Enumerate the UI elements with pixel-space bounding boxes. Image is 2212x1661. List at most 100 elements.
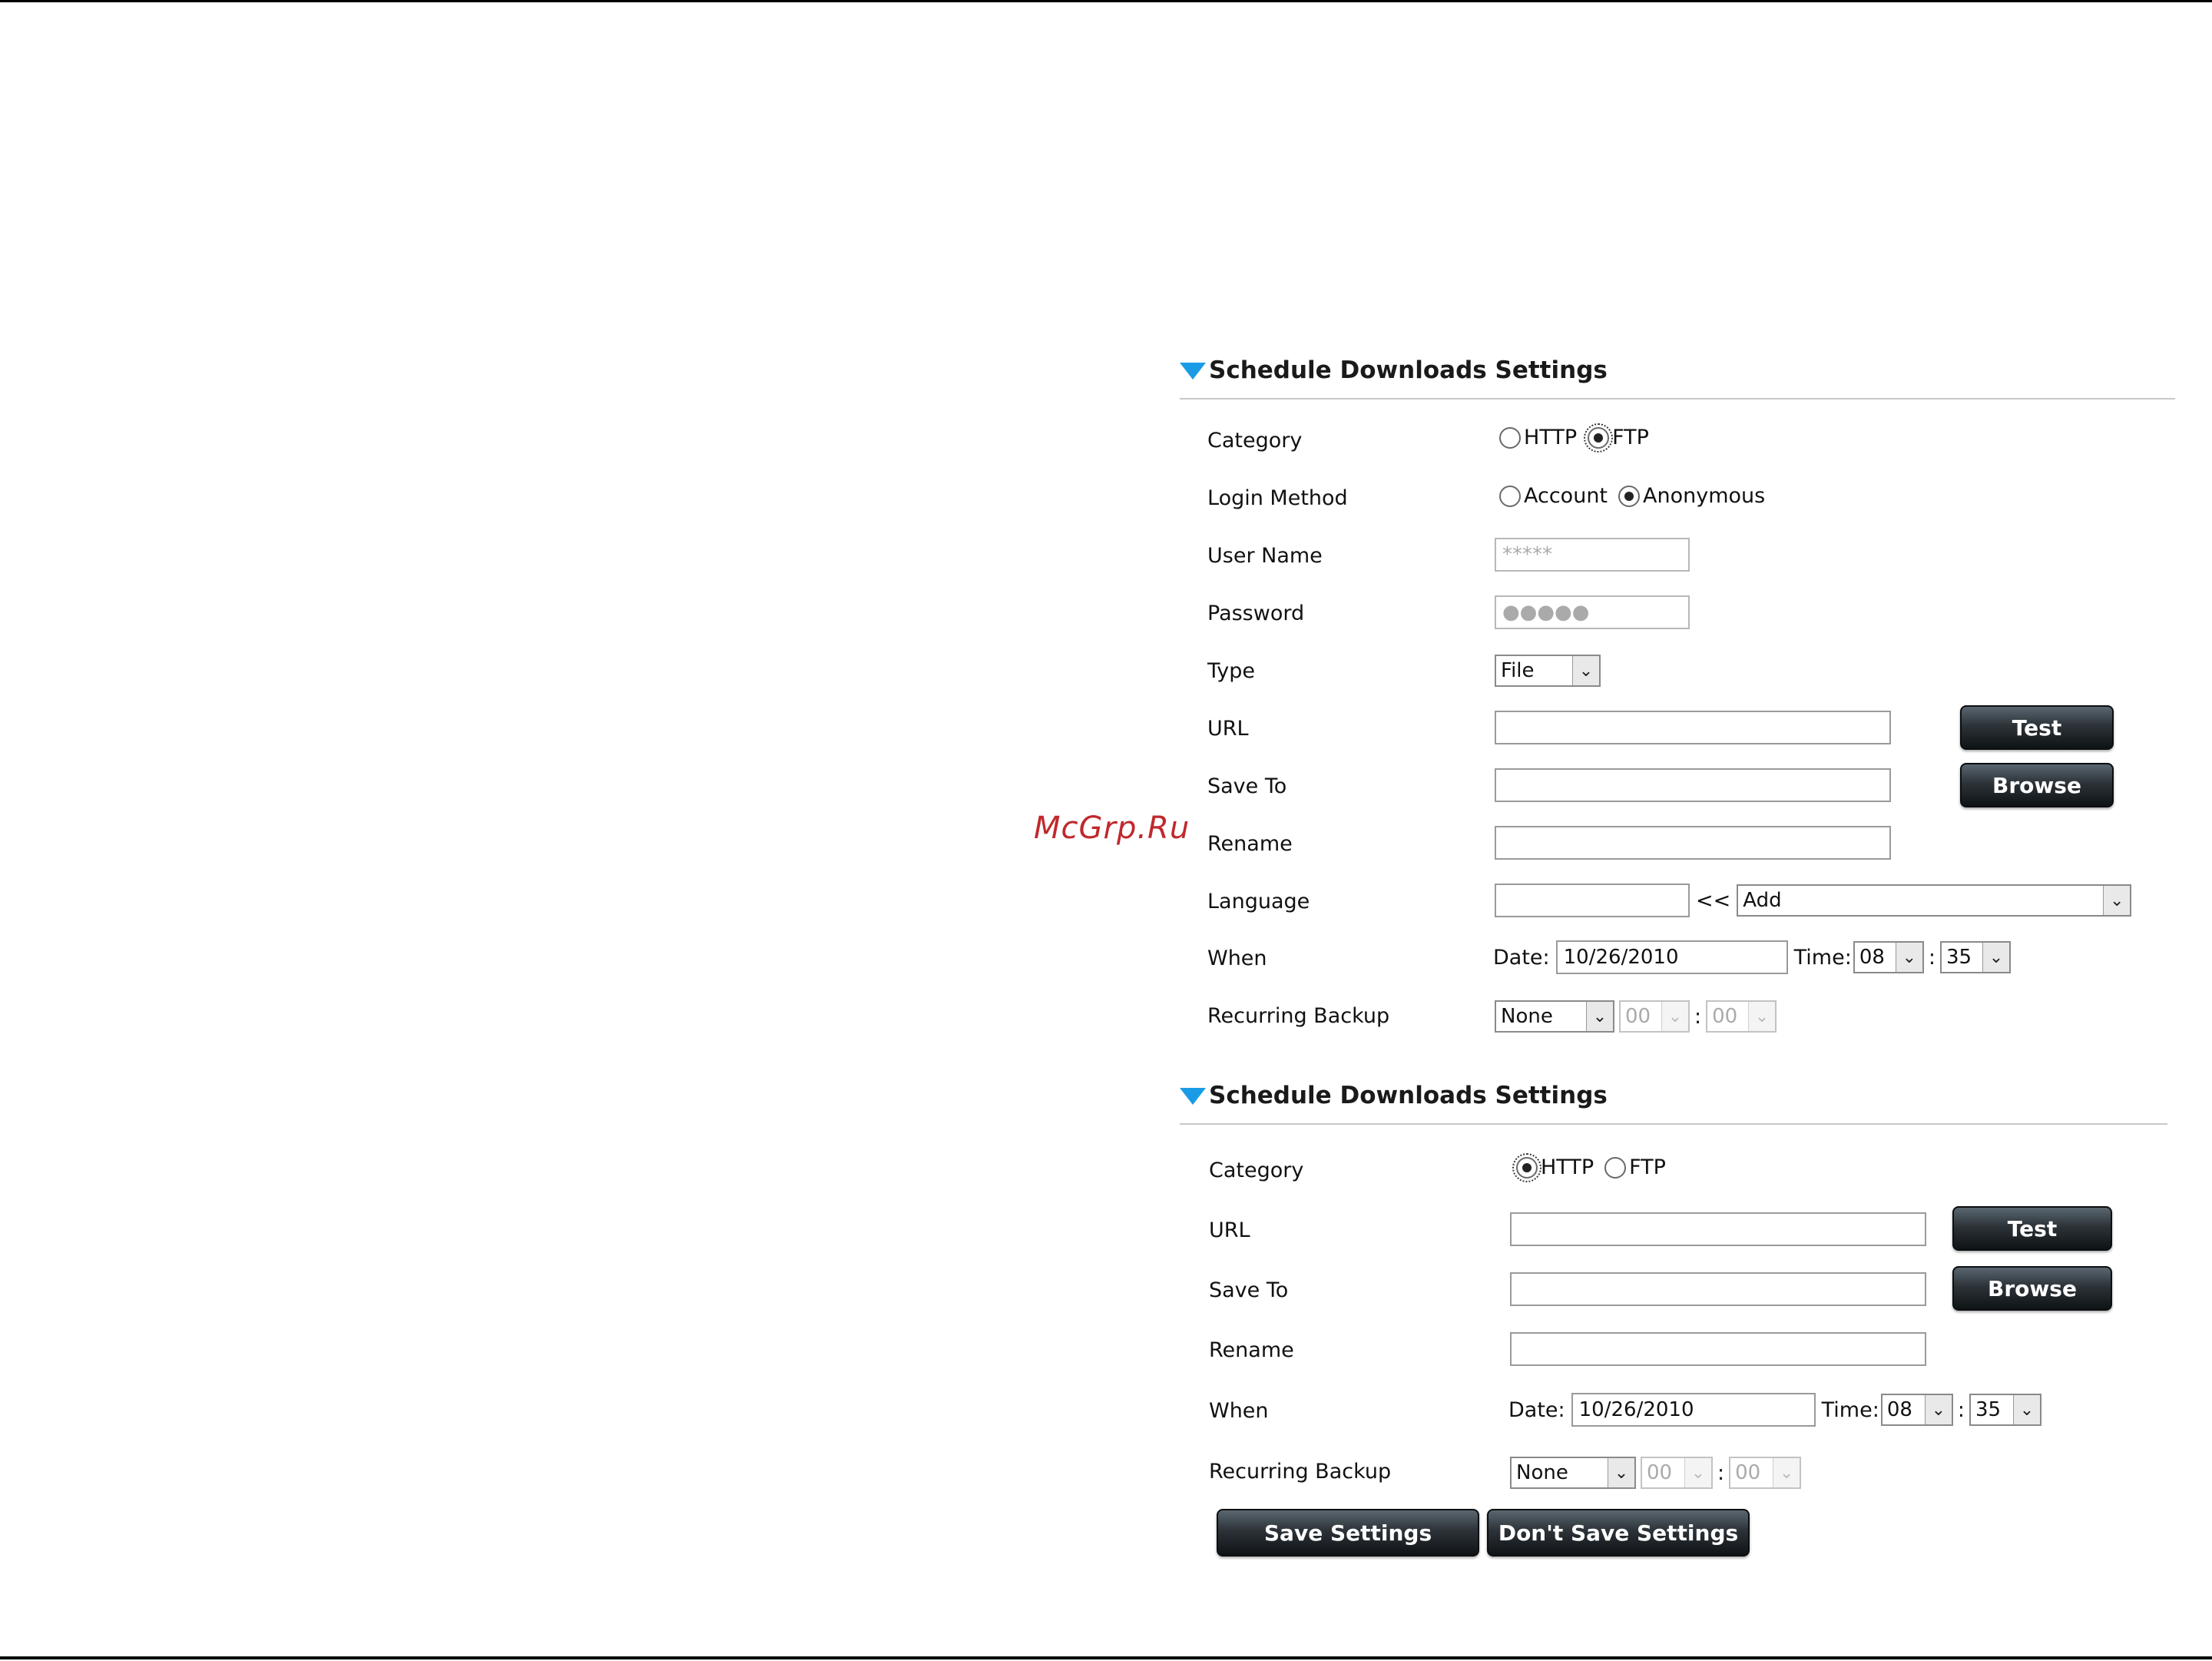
minute-select[interactable]: 35 ⌄ xyxy=(1969,1394,2041,1426)
category-ftp-radio[interactable] xyxy=(1584,423,1614,453)
section-title: Schedule Downloads Settings xyxy=(1209,356,1608,384)
login-anonymous-radio[interactable] xyxy=(1618,485,1641,507)
password-label: Password xyxy=(1207,602,1305,625)
login-anonymous-label: Anonymous xyxy=(1643,484,1766,508)
date-label: Date: xyxy=(1493,945,1550,970)
user-name-label: User Name xyxy=(1207,544,1323,568)
url-input[interactable] xyxy=(1495,711,1891,744)
recurring-value: None xyxy=(1516,1461,1568,1484)
category-http-label: HTTP xyxy=(1541,1155,1594,1179)
hour-select[interactable]: 08 ⌄ xyxy=(1880,1394,1953,1426)
chevron-down-icon: ⌄ xyxy=(2012,1395,2040,1424)
rename-label: Rename xyxy=(1209,1338,1294,1362)
dont-save-settings-button[interactable]: Don't Save Settings xyxy=(1487,1509,1750,1557)
language-add-select[interactable]: Add ⌄ xyxy=(1737,884,2132,917)
recurring-hour-value: 00 xyxy=(1647,1461,1673,1484)
category-radio-group: HTTP FTP xyxy=(1512,1152,1677,1182)
login-account-radio[interactable] xyxy=(1499,485,1521,507)
triangle-down-icon xyxy=(1180,1088,1206,1105)
recurring-minute-select[interactable]: 00 ⌄ xyxy=(1729,1457,1802,1489)
watermark: McGrp.Ru xyxy=(1034,811,1190,846)
recurring-value: None xyxy=(1501,1005,1553,1028)
language-label: Language xyxy=(1207,890,1310,913)
chevron-down-icon: ⌄ xyxy=(1773,1458,1800,1487)
date-label: Date: xyxy=(1508,1397,1565,1422)
chevron-down-icon: ⌄ xyxy=(1982,943,2009,972)
save-to-input[interactable] xyxy=(1495,768,1891,802)
triangle-down-icon xyxy=(1180,363,1206,380)
recurring-hour-select[interactable]: 00 ⌄ xyxy=(1619,1000,1690,1033)
when-label: When xyxy=(1209,1399,1269,1423)
chevron-down-icon: ⌄ xyxy=(1572,656,1599,685)
language-input[interactable] xyxy=(1495,884,1690,917)
hour-value: 08 xyxy=(1859,946,1885,969)
time-label: Time: xyxy=(1821,1397,1879,1422)
minute-select[interactable]: 35 ⌄ xyxy=(1939,941,2011,973)
url-input[interactable] xyxy=(1510,1212,1926,1246)
time-colon: : xyxy=(1928,945,1936,970)
when-label: When xyxy=(1207,947,1267,970)
recurring-backup-label: Recurring Backup xyxy=(1207,1004,1390,1028)
date-input[interactable] xyxy=(1571,1393,1816,1427)
browse-button[interactable]: Browse xyxy=(1960,763,2114,807)
recurring-select[interactable]: None ⌄ xyxy=(1510,1457,1636,1489)
category-label: Category xyxy=(1207,429,1303,453)
recurring-backup-label: Recurring Backup xyxy=(1209,1460,1392,1484)
test-button[interactable]: Test xyxy=(1952,1206,2112,1251)
recurring-colon: : xyxy=(1717,1460,1725,1485)
browse-button[interactable]: Browse xyxy=(1952,1266,2112,1311)
category-ftp-label: FTP xyxy=(1612,426,1649,449)
category-http-label: HTTP xyxy=(1524,426,1578,449)
save-to-input[interactable] xyxy=(1510,1272,1926,1306)
add-arrow-text: << xyxy=(1696,888,1731,913)
recurring-hour-select[interactable]: 00 ⌄ xyxy=(1641,1457,1713,1489)
recurring-minute-value: 00 xyxy=(1712,1005,1738,1028)
url-label: URL xyxy=(1207,717,1249,741)
chevron-down-icon: ⌄ xyxy=(1748,1002,1776,1031)
chevron-down-icon: ⌄ xyxy=(1586,1002,1613,1031)
type-select[interactable]: File ⌄ xyxy=(1495,655,1601,687)
chevron-down-icon: ⌄ xyxy=(1608,1458,1634,1487)
rename-input[interactable] xyxy=(1510,1332,1926,1366)
recurring-colon: : xyxy=(1694,1004,1702,1029)
login-method-label: Login Method xyxy=(1207,486,1348,510)
password-input[interactable] xyxy=(1495,595,1690,629)
login-method-radio-group: Account Anonymous xyxy=(1499,484,1776,508)
category-ftp-label: FTP xyxy=(1629,1155,1666,1179)
schedule-downloads-section-2: Schedule Downloads Settings xyxy=(1180,1077,2167,1125)
save-settings-button[interactable]: Save Settings xyxy=(1217,1509,1479,1557)
time-colon: : xyxy=(1957,1397,1965,1422)
rename-label: Rename xyxy=(1207,832,1293,856)
hour-value: 08 xyxy=(1886,1398,1912,1421)
category-label: Category xyxy=(1209,1159,1304,1182)
date-input[interactable] xyxy=(1555,940,1788,974)
type-select-value: File xyxy=(1501,659,1535,682)
recurring-minute-value: 00 xyxy=(1735,1461,1761,1484)
chevron-down-icon: ⌄ xyxy=(1684,1458,1711,1487)
bottom-rule xyxy=(0,1656,2212,1659)
category-http-radio[interactable] xyxy=(1512,1152,1541,1182)
recurring-select[interactable]: None ⌄ xyxy=(1495,1000,1614,1033)
login-account-label: Account xyxy=(1524,484,1608,508)
section-title: Schedule Downloads Settings xyxy=(1209,1082,1608,1109)
category-ftp-radio[interactable] xyxy=(1604,1156,1627,1179)
chevron-down-icon: ⌄ xyxy=(1661,1002,1688,1031)
hour-select[interactable]: 08 ⌄ xyxy=(1853,941,1924,973)
user-name-input[interactable] xyxy=(1495,538,1690,572)
recurring-minute-select[interactable]: 00 ⌄ xyxy=(1706,1000,1777,1033)
test-button[interactable]: Test xyxy=(1960,705,2114,750)
schedule-downloads-section-1: Schedule Downloads Settings xyxy=(1180,352,2175,400)
save-to-label: Save To xyxy=(1209,1278,1289,1302)
url-label: URL xyxy=(1209,1218,1250,1242)
category-radio-group: HTTP FTP xyxy=(1499,423,1660,453)
language-add-value: Add xyxy=(1743,889,1782,912)
minute-value: 35 xyxy=(1945,946,1972,969)
section-header: Schedule Downloads Settings xyxy=(1180,1077,2167,1125)
chevron-down-icon: ⌄ xyxy=(1895,943,1922,972)
type-label: Type xyxy=(1207,659,1256,683)
minute-value: 35 xyxy=(1975,1398,2002,1421)
top-rule xyxy=(0,0,2212,2)
rename-input[interactable] xyxy=(1495,826,1891,860)
category-http-radio[interactable] xyxy=(1499,426,1521,449)
recurring-hour-value: 00 xyxy=(1625,1005,1651,1028)
